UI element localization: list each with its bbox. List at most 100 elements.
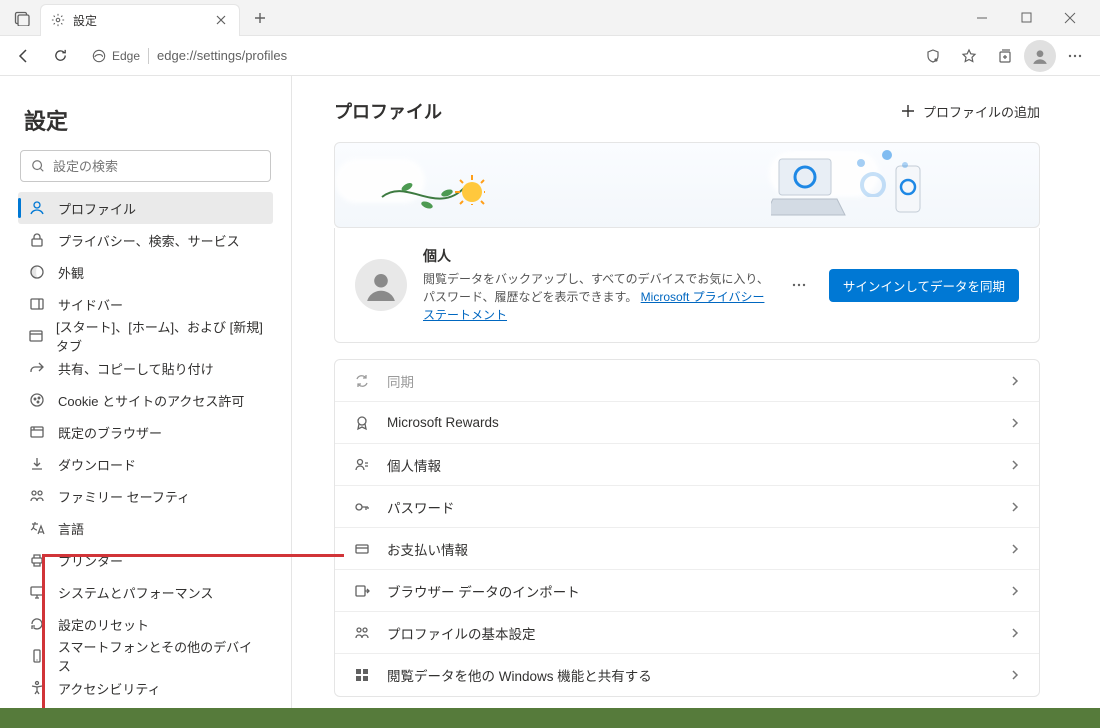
sidebar-item-lock[interactable]: プライバシー、検索、サービス: [18, 224, 273, 256]
favorites-icon[interactable]: [952, 40, 986, 72]
address-bar-row: Edge edge://settings/profiles: [0, 36, 1100, 76]
setting-row-windows[interactable]: 閲覧データを他の Windows 機能と共有する: [335, 654, 1039, 696]
sidebar-item-person[interactable]: プロファイル: [18, 192, 273, 224]
edge-badge: Edge: [92, 49, 140, 63]
signin-sync-button[interactable]: サインインしてデータを同期: [829, 269, 1019, 302]
sidebar-item-label: スマートフォンとその他のデバイス: [58, 637, 263, 675]
setting-row-payment[interactable]: お支払い情報: [335, 528, 1039, 570]
minimize-button[interactable]: [960, 2, 1004, 34]
setting-row-label: パスワード: [387, 497, 993, 517]
sidebar-item-download[interactable]: ダウンロード: [18, 448, 273, 480]
sidebar-item-label: システムとパフォーマンス: [58, 583, 213, 602]
chevron-right-icon: [1009, 669, 1021, 681]
edge-label: Edge: [112, 49, 140, 63]
sidebar-item-cookie[interactable]: Cookie とサイトのアクセス許可: [18, 384, 273, 416]
setting-row-sync[interactable]: 同期: [335, 360, 1039, 402]
sidebar-item-share[interactable]: 共有、コピーして貼り付け: [18, 352, 273, 384]
close-window-button[interactable]: [1048, 2, 1092, 34]
add-profile-label: プロファイルの追加: [923, 102, 1040, 121]
chevron-right-icon: [1009, 459, 1021, 471]
lock-icon: [28, 231, 46, 249]
setting-row-label: 個人情報: [387, 455, 993, 475]
printer-icon: [28, 551, 46, 569]
address-field[interactable]: Edge edge://settings/profiles: [80, 40, 912, 72]
sidebar-item-label: プロファイル: [58, 199, 136, 218]
browser-tab[interactable]: 設定: [40, 4, 240, 36]
appearance-icon: [28, 263, 46, 281]
laptop-illustration: [771, 153, 849, 223]
sidebar-item-label: プリンター: [58, 551, 123, 570]
setting-row-import[interactable]: ブラウザー データのインポート: [335, 570, 1039, 612]
tab-title: 設定: [73, 12, 205, 29]
chevron-right-icon: [1009, 585, 1021, 597]
add-profile-button[interactable]: プロファイルの追加: [901, 102, 1040, 121]
profile-avatar: [355, 259, 407, 311]
share-icon: [28, 359, 46, 377]
personal-icon: [353, 456, 371, 474]
sidebar-item-label: サイドバー: [58, 295, 123, 314]
cookie-icon: [28, 391, 46, 409]
sidebar-item-sidebar[interactable]: サイドバー: [18, 288, 273, 320]
home-icon: [28, 327, 44, 345]
hero-banner: [334, 142, 1040, 228]
sidebar-item-label: アクセシビリティ: [58, 679, 161, 698]
sidebar-item-reset[interactable]: 設定のリセット: [18, 608, 273, 640]
chevron-right-icon: [1009, 375, 1021, 387]
main-content: プロファイル プロファイルの追加: [292, 76, 1100, 708]
plus-icon: [901, 104, 915, 118]
sidebar-item-home[interactable]: [スタート]、[ホーム]、および [新規] タブ: [18, 320, 273, 352]
sync-icon: [353, 372, 371, 390]
page-title: プロファイル: [334, 98, 442, 124]
phone-dev-icon: [28, 647, 46, 665]
more-menu-button[interactable]: [1058, 40, 1092, 72]
rewards-icon: [353, 414, 371, 432]
refresh-button[interactable]: [44, 40, 76, 72]
language-icon: [28, 519, 46, 537]
window-controls: [960, 2, 1092, 34]
sidebar-item-label: 共有、コピーして貼り付け: [58, 359, 214, 378]
profile-name: 個人: [423, 246, 769, 266]
profile-more-button[interactable]: [785, 271, 813, 299]
back-button[interactable]: [8, 40, 40, 72]
collections-icon[interactable]: [988, 40, 1022, 72]
sidebar-item-label: プライバシー、検索、サービス: [58, 231, 240, 250]
bubbles-illustration: [853, 147, 933, 197]
profile-avatar-button[interactable]: [1024, 40, 1056, 72]
chevron-right-icon: [1009, 501, 1021, 513]
setting-row-prefs[interactable]: プロファイルの基本設定: [335, 612, 1039, 654]
sidebar-item-appearance[interactable]: 外観: [18, 256, 273, 288]
vine-illustration: [377, 167, 467, 217]
tracking-prevention-icon[interactable]: [916, 40, 950, 72]
new-tab-button[interactable]: [246, 4, 274, 32]
tab-close-button[interactable]: [213, 12, 229, 28]
settings-search-input[interactable]: [53, 159, 260, 174]
person-icon: [28, 199, 46, 217]
setting-row-label: プロファイルの基本設定: [387, 623, 993, 643]
sidebar-item-accessibility[interactable]: アクセシビリティ: [18, 672, 273, 704]
profile-settings-list: 同期 Microsoft Rewards 個人情報パスワードお支払い情報ブラウザー …: [334, 359, 1040, 697]
accessibility-icon: [28, 679, 46, 697]
setting-row-label: お支払い情報: [387, 539, 993, 559]
url-text: edge://settings/profiles: [157, 48, 287, 63]
maximize-button[interactable]: [1004, 2, 1048, 34]
sidebar-item-label: 既定のブラウザー: [58, 423, 162, 442]
sidebar-item-label: 言語: [58, 519, 84, 538]
setting-row-password[interactable]: パスワード: [335, 486, 1039, 528]
sidebar-item-label: 設定のリセット: [58, 615, 149, 634]
sidebar-item-phone-dev[interactable]: スマートフォンとその他のデバイス: [18, 640, 273, 672]
sidebar-item-family[interactable]: ファミリー セーフティ: [18, 480, 273, 512]
chevron-right-icon: [1009, 543, 1021, 555]
sidebar-item-browser[interactable]: 既定のブラウザー: [18, 416, 273, 448]
setting-row-personal[interactable]: 個人情報: [335, 444, 1039, 486]
search-icon: [31, 159, 45, 173]
settings-search[interactable]: [20, 150, 271, 182]
profile-card: 個人 閲覧データをバックアップし、すべてのデバイスでお気に入り、パスワード、履歴…: [334, 228, 1040, 343]
sidebar-item-system[interactable]: システムとパフォーマンス: [18, 576, 273, 608]
setting-row-label: 同期: [387, 371, 993, 391]
sidebar-item-printer[interactable]: プリンター: [18, 544, 273, 576]
reset-icon: [28, 615, 46, 633]
setting-row-rewards[interactable]: Microsoft Rewards: [335, 402, 1039, 444]
tab-groups-icon[interactable]: [8, 10, 36, 26]
sidebar-item-language[interactable]: 言語: [18, 512, 273, 544]
sun-illustration: [455, 175, 485, 205]
